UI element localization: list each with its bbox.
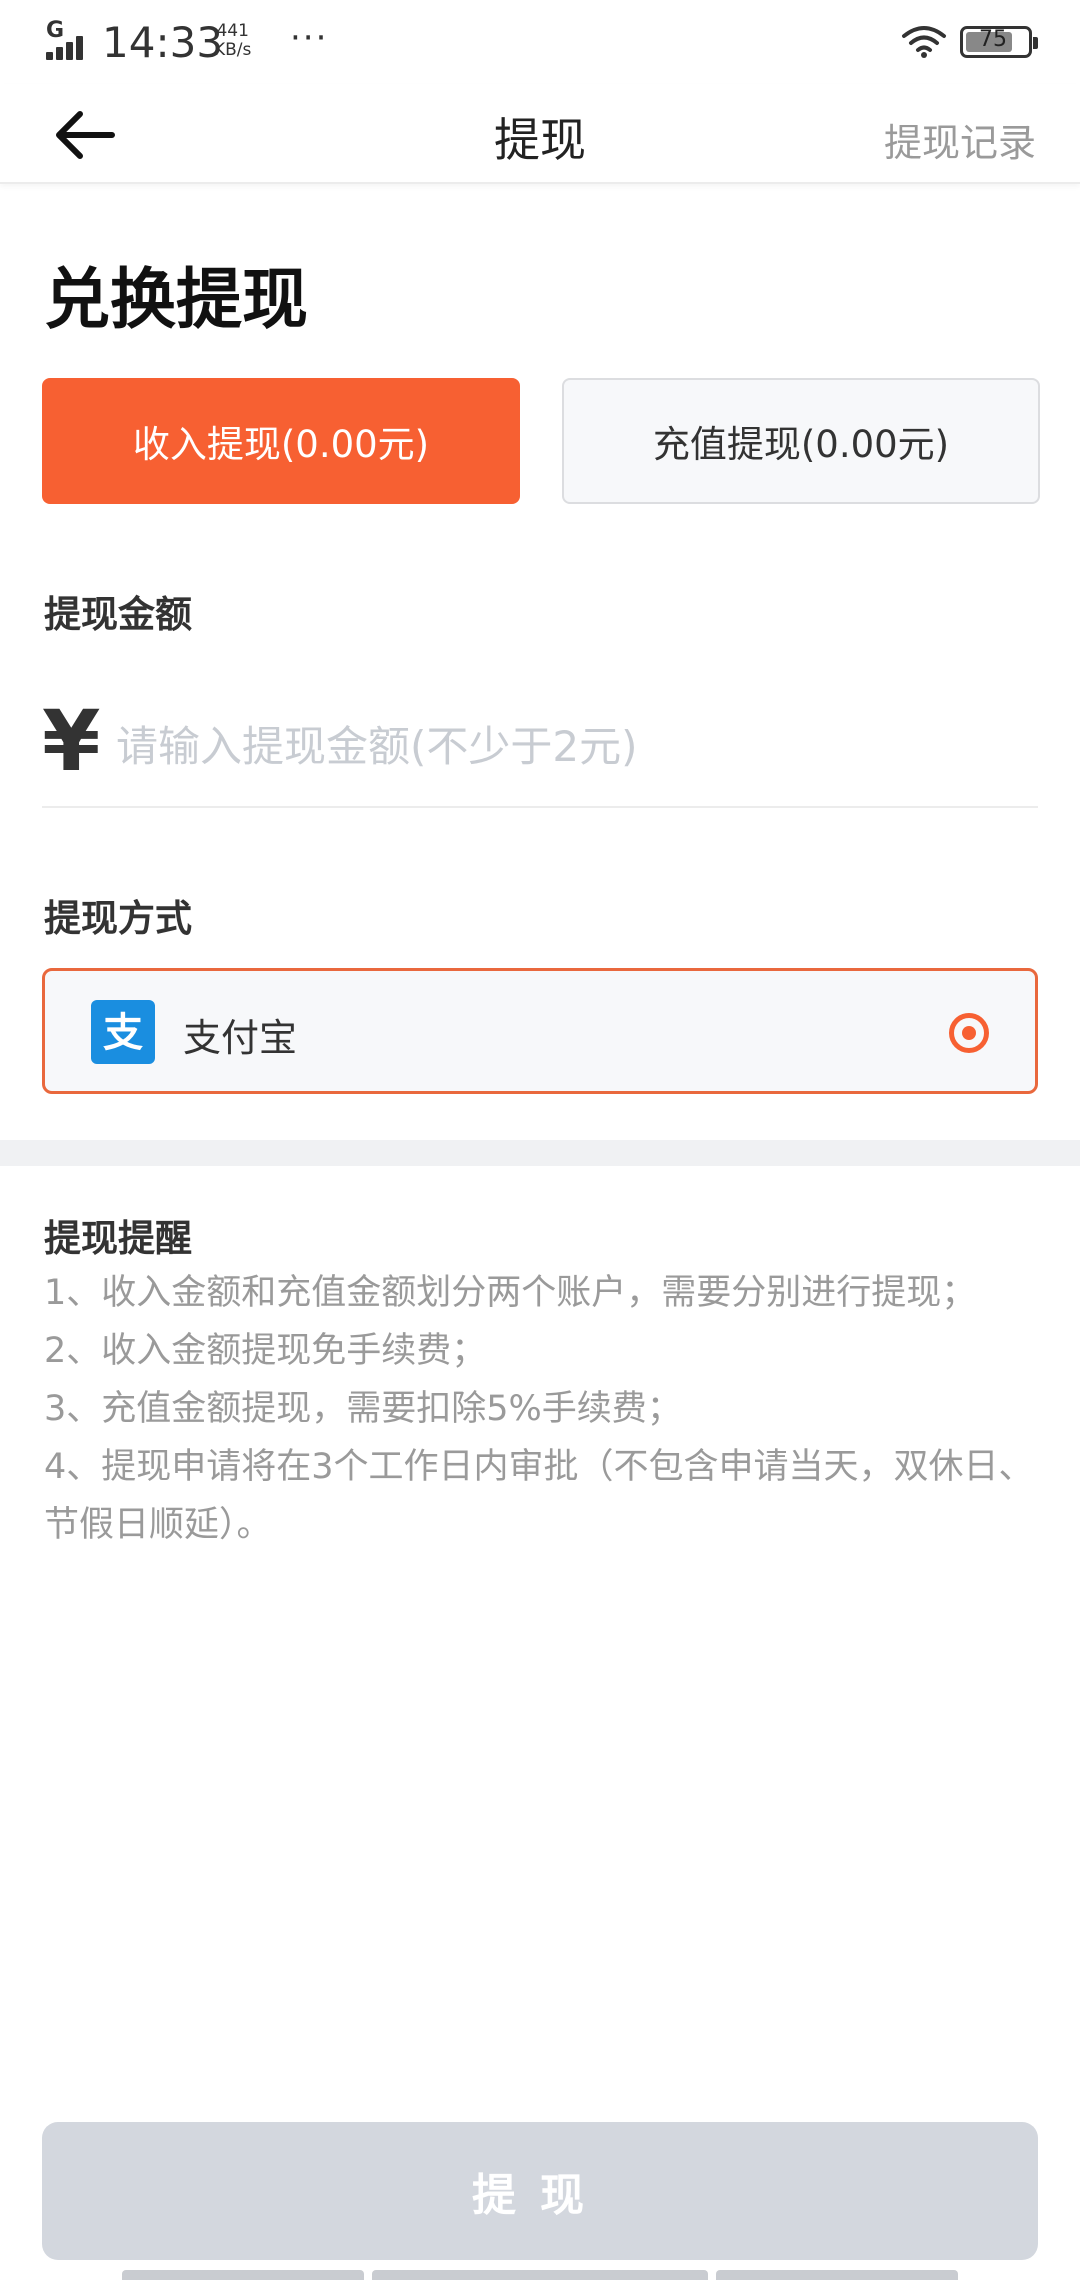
- page-title: 兑换提现: [44, 261, 308, 338]
- signal-icon: G: [46, 18, 94, 60]
- alipay-icon: 支: [91, 1000, 155, 1064]
- currency-symbol: ¥: [42, 692, 101, 790]
- nav-gesture-bar: [716, 2270, 958, 2280]
- alipay-icon-glyph: 支: [103, 1010, 143, 1056]
- status-time: 14:33: [102, 18, 224, 67]
- network-speed-unit: KB/s: [214, 40, 252, 60]
- submit-withdraw-button[interactable]: 提现: [42, 2122, 1038, 2260]
- nav-bar: 提现 提现记录: [0, 84, 1080, 184]
- amount-label: 提现金额: [44, 593, 192, 636]
- network-type: G: [46, 18, 65, 43]
- wifi-icon: [902, 26, 946, 58]
- note-item: 2、收入金额提现免手续费；: [44, 1331, 487, 1371]
- radio-selected-icon[interactable]: [949, 1013, 989, 1053]
- battery-level: 75: [979, 27, 1007, 52]
- nav-gesture-bar: [122, 2270, 364, 2280]
- income-withdraw-button[interactable]: 收入提现(0.00元): [42, 378, 520, 504]
- note-item: 1、收入金额和充值金额划分两个账户，需要分别进行提现；: [44, 1273, 977, 1313]
- nav-gesture-bar: [372, 2270, 708, 2280]
- status-bar: G 14:33 441 KB/s ··· 75: [0, 0, 1080, 84]
- recharge-withdraw-button[interactable]: 充值提现(0.00元): [562, 378, 1040, 504]
- more-notifications-icon: ···: [290, 18, 329, 58]
- section-divider: [0, 1140, 1080, 1166]
- notes-title: 提现提醒: [44, 1217, 192, 1260]
- note-item: 3、充值金额提现，需要扣除5%手续费；: [44, 1389, 682, 1429]
- notes-list: 1、收入金额和充值金额划分两个账户，需要分别进行提现； 2、收入金额提现免手续费…: [44, 1264, 1040, 1554]
- amount-input[interactable]: [116, 716, 1016, 776]
- alipay-option[interactable]: 支 支付宝: [42, 968, 1038, 1094]
- amount-input-row: ¥: [42, 690, 1038, 808]
- note-item: 4、提现申请将在3个工作日内审批（不包含申请当天，双休日、节假日顺延）。: [44, 1447, 1034, 1545]
- method-label: 提现方式: [44, 897, 192, 940]
- withdraw-record-link[interactable]: 提现记录: [884, 112, 1036, 167]
- battery-icon: 75: [960, 26, 1038, 58]
- network-speed: 441 KB/s: [214, 22, 251, 60]
- network-speed-value: 441: [216, 21, 249, 41]
- method-name: 支付宝: [183, 1016, 298, 1060]
